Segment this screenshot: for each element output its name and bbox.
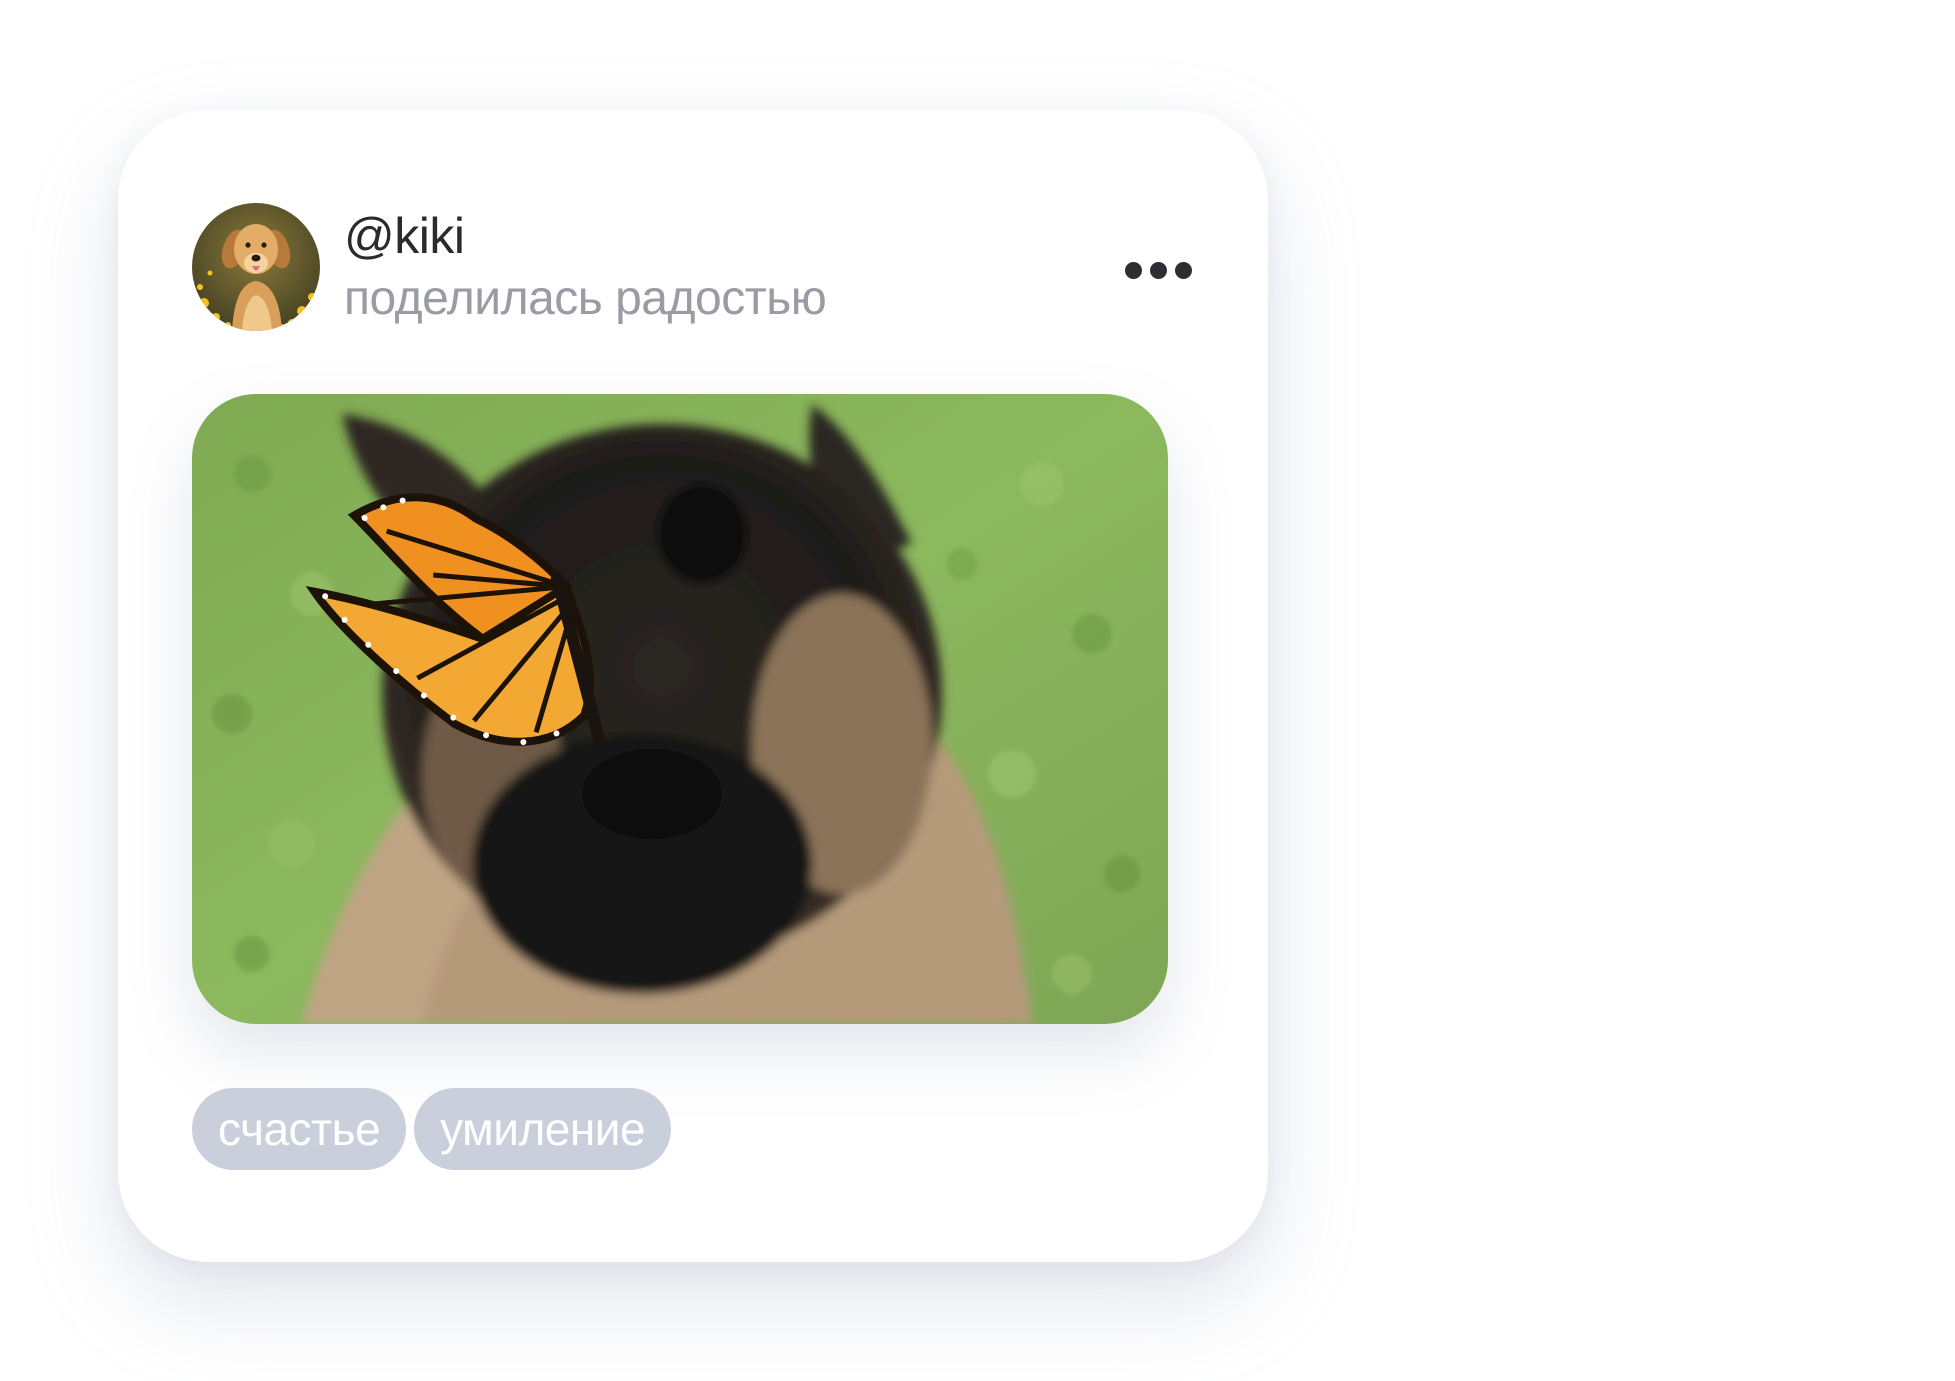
golden-retriever-avatar-icon — [192, 203, 320, 331]
post-card: @kiki поделилась радостью счастье умилен… — [118, 110, 1268, 1262]
more-dots-icon-dot — [1149, 261, 1167, 279]
post-action-text: поделилась радостью — [344, 272, 827, 325]
username[interactable]: @kiki — [344, 206, 465, 266]
tag-list: счастье умиление — [192, 1088, 672, 1170]
dog-with-butterfly-photo-icon — [192, 394, 1168, 1024]
tag-chip[interactable]: счастье — [192, 1088, 407, 1170]
more-dots-icon — [1124, 261, 1142, 279]
more-options-button[interactable] — [1108, 240, 1208, 300]
post-photo[interactable] — [192, 394, 1168, 1024]
more-dots-icon-dot — [1174, 261, 1192, 279]
user-avatar[interactable] — [192, 203, 320, 331]
tag-chip[interactable]: умиление — [414, 1088, 672, 1170]
